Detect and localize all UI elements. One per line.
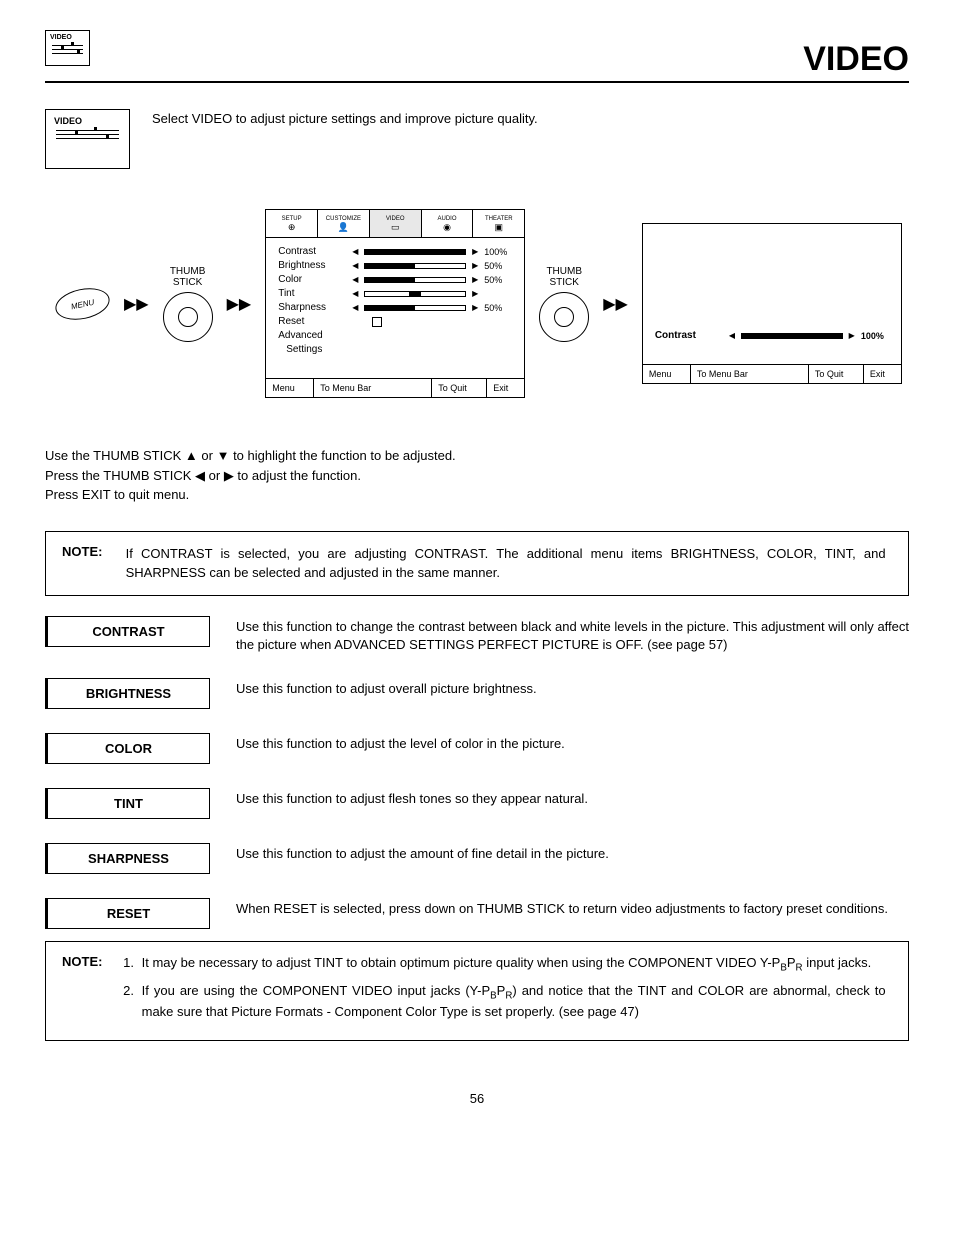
menu-button-graphic: MENU [52,283,112,324]
osd-footer: Menu To Menu Bar To Quit Exit [266,378,524,397]
func-row-tint: TINT Use this function to adjust flesh t… [45,788,909,819]
osd-tab-customize: CUSTOMIZE👤 [318,210,370,237]
func-label: COLOR [45,733,210,764]
osd-row-reset: Reset [278,316,514,327]
func-row-color: COLOR Use this function to adjust the le… [45,733,909,764]
page-title: VIDEO [45,40,909,83]
osd-row-brightness: Brightness ◀ ▶ 50% [278,260,514,271]
instructions: Use the THUMB STICK ▲ or ▼ to highlight … [45,446,909,505]
osd-menu-box: SETUP⊕ CUSTOMIZE👤 VIDEO▭ AUDIO◉ THEATER▣… [265,209,525,398]
func-desc: When RESET is selected, press down on TH… [236,898,909,918]
arrow-icon: ▶▶ [603,294,628,314]
func-desc: Use this function to change the contrast… [236,616,909,654]
osd-row-sharpness: Sharpness ◀ ▶ 50% [278,302,514,313]
func-row-sharpness: SHARPNESS Use this function to adjust th… [45,843,909,874]
func-label: SHARPNESS [45,843,210,874]
osd-row-tint: Tint ◀ ▶ [278,288,514,299]
osd-tab-audio: AUDIO◉ [422,210,474,237]
func-label: TINT [45,788,210,819]
note2-item2: If you are using the COMPONENT VIDEO inp… [138,982,886,1023]
osd-row-settings: Settings [278,344,514,355]
osd-tab-theater: THEATER▣ [473,210,524,237]
func-desc: Use this function to adjust overall pict… [236,678,909,698]
func-row-reset: RESET When RESET is selected, press down… [45,898,909,929]
thumbstick-graphic: THUMBSTICK [163,266,213,342]
page-number: 56 [45,1091,909,1106]
note-body: It may be necessary to adjust TINT to ob… [126,954,886,1028]
func-desc: Use this function to adjust flesh tones … [236,788,909,808]
osd-detail-box: Contrast ◀ ▶ 100% Menu To Menu Bar To Qu… [642,223,902,384]
note-label: NOTE: [62,544,122,559]
osd-tab-setup: SETUP⊕ [266,210,318,237]
note-label: NOTE: [62,954,122,969]
func-row-contrast: CONTRAST Use this function to change the… [45,616,909,654]
note-body: If CONTRAST is selected, you are adjusti… [126,544,886,583]
func-row-brightness: BRIGHTNESS Use this function to adjust o… [45,678,909,709]
func-desc: Use this function to adjust the level of… [236,733,909,753]
func-label: CONTRAST [45,616,210,647]
func-label: RESET [45,898,210,929]
intro-text: Select VIDEO to adjust picture settings … [152,109,538,126]
osd-footer: Menu To Menu Bar To Quit Exit [643,364,901,383]
osd-tab-video: VIDEO▭ [370,210,422,237]
video-large-icon: VIDEO [45,109,130,169]
func-desc: Use this function to adjust the amount o… [236,843,909,863]
thumbstick-graphic: THUMBSTICK [539,266,589,342]
arrow-icon: ▶▶ [124,294,149,314]
osd-row-color: Color ◀ ▶ 50% [278,274,514,285]
large-icon-label: VIDEO [54,116,121,126]
osd-row-contrast: Contrast ◀ ▶ 100% [278,246,514,257]
osd-diagram: MENU ▶▶ THUMBSTICK ▶▶ SETUP⊕ CUSTOMIZE👤 … [55,209,909,398]
note-box-1: NOTE: If CONTRAST is selected, you are a… [45,531,909,596]
note2-item1: It may be necessary to adjust TINT to ob… [138,954,886,976]
osd-detail-contrast: Contrast ◀ ▶ 100% [655,330,891,341]
osd-row-advanced: Advanced [278,330,514,341]
func-label: BRIGHTNESS [45,678,210,709]
arrow-icon: ▶▶ [227,294,252,314]
note-box-2: NOTE: It may be necessary to adjust TINT… [45,941,909,1041]
